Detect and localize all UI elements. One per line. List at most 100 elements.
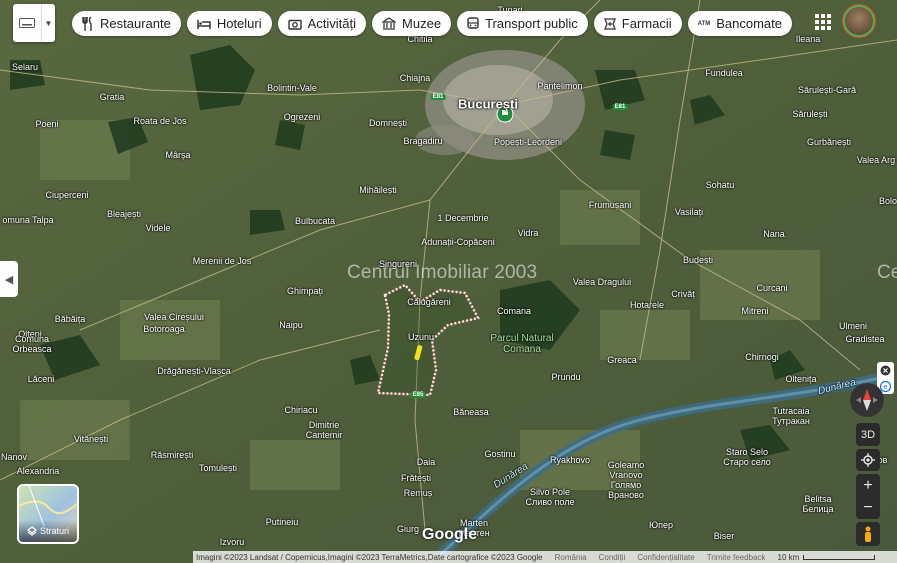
zoom-out-button[interactable]: − [856,497,880,519]
place-label[interactable]: Comana [497,306,531,316]
place-label[interactable]: Gradistea [845,334,884,344]
place-label[interactable]: Ogrezeni [284,112,321,122]
place-label[interactable]: Sărulești [792,109,827,119]
extension-icon[interactable]: e [880,380,891,392]
place-label[interactable]: Gurbănești [807,137,851,147]
place-label[interactable]: Băbăița [55,314,86,324]
chip-transit[interactable]: Transport public [457,11,588,36]
my-location-button[interactable] [856,449,880,471]
country-link[interactable]: România [555,553,587,562]
place-label[interactable]: Ileana [796,34,821,44]
place-label[interactable]: Sohatu [706,180,735,190]
place-label[interactable]: Dimitrie Cantemir [306,420,343,440]
place-label[interactable]: Ulmeni [839,321,867,331]
place-label[interactable]: Selaru [12,62,38,72]
satellite-map[interactable]: Centrul Imobiliar 2003 Ce București Tuna… [0,0,897,563]
place-label[interactable]: Adunații-Copăceni [421,237,495,247]
place-label[interactable]: Pantelimon [537,81,582,91]
chip-atm[interactable]: ATM Bancomate [687,11,792,36]
place-label[interactable]: Naipu [279,320,303,330]
place-label-bucuresti[interactable]: București [458,97,518,112]
place-label[interactable]: Staro Selo Старо село [723,447,771,467]
place-label[interactable]: Nana [763,229,785,239]
place-label[interactable]: Mihăilești [359,185,397,195]
place-label[interactable]: Nanov [1,452,27,462]
place-label[interactable]: Frătești [401,473,431,483]
place-label[interactable]: Юпер [649,520,673,530]
place-label[interactable]: Bolo [879,196,897,206]
place-label[interactable]: Călugăreni [407,297,451,307]
place-label[interactable]: Merenii de Jos [193,256,252,266]
chip-pharmacies[interactable]: Farmacii [593,11,682,36]
apps-grid-icon[interactable] [815,14,831,30]
place-label[interactable]: Remuș [404,488,433,498]
place-label[interactable]: Daia [417,457,436,467]
place-label[interactable]: Curcani [756,283,787,293]
place-label[interactable]: Poeni [35,119,58,129]
place-label[interactable]: Ryakhovo [550,455,590,465]
account-avatar[interactable] [843,5,875,37]
place-label[interactable]: Prundu [551,372,580,382]
place-label[interactable]: 1 Decembrie [437,213,488,223]
place-label[interactable]: Gratia [100,92,125,102]
place-label[interactable]: Izvoru [220,537,245,547]
place-label[interactable]: Vasilați [675,207,703,217]
place-label[interactable]: Frumușani [589,200,632,210]
place-label[interactable]: Răsmirești [151,450,194,460]
place-label[interactable]: Silvo Pole Сливо поле [526,487,575,507]
place-label[interactable]: Vidra [518,228,539,238]
place-label[interactable]: Chiajna [400,73,431,83]
place-label[interactable]: Oltenița [785,374,816,384]
chip-restaurants[interactable]: Restaurante [72,11,181,36]
place-label[interactable]: Lăceni [28,374,55,384]
place-label[interactable]: Valea Dragului [573,277,631,287]
place-label[interactable]: Bolintin-Vale [267,83,317,93]
collapse-panel-button[interactable]: ◀ [0,261,18,297]
place-label[interactable]: Gostinu [484,449,515,459]
place-label[interactable]: Drăgănești-Vlașca [157,366,231,376]
place-label[interactable]: Tutracaia Тутракан [772,406,810,426]
place-label[interactable]: Bulbucata [295,216,335,226]
place-label[interactable]: Chiriacu [284,405,317,415]
layers-menu-button[interactable]: ▼ [13,4,55,42]
place-label[interactable]: Valea Cireșului [144,312,204,322]
scale-control[interactable]: 10 km [778,553,876,562]
place-label[interactable]: Roata de Jos [133,116,186,126]
place-label[interactable]: Greaca [607,355,637,365]
place-label[interactable]: Sărulești-Gară [798,85,856,95]
street-view-pegman[interactable] [856,522,880,546]
place-label[interactable]: Domnești [369,118,407,128]
place-label[interactable]: Hotarele [630,300,664,310]
place-label[interactable]: Videle [146,223,171,233]
place-label[interactable]: Ciuperceni [45,190,88,200]
terms-link[interactable]: Condiții [599,553,626,562]
chip-activities[interactable]: Activități [277,11,367,36]
place-label[interactable]: Bragadiru [403,136,442,146]
place-label[interactable]: Băneasa [453,407,489,417]
place-label[interactable]: Ghimpați [287,286,323,296]
chip-hotels[interactable]: Hoteluri [186,11,272,36]
place-label[interactable]: Uzunu [408,332,434,342]
place-label[interactable]: Botoroaga [143,324,185,334]
place-label[interactable]: Comuna Orbeasca [12,334,51,354]
place-label[interactable]: Mitreni [741,306,768,316]
tilt-3d-button[interactable]: 3D [856,423,880,446]
place-label[interactable]: Valea Arg [857,155,895,165]
chip-museums[interactable]: Muzee [372,11,452,36]
place-label[interactable]: Budești [683,255,713,265]
privacy-link[interactable]: Confidențialitate [637,553,694,562]
zoom-in-button[interactable]: + [856,474,880,497]
place-label[interactable]: Biser [714,531,735,541]
layers-switcher[interactable]: Straturi [17,484,79,544]
place-label[interactable]: Chirnogi [745,352,779,362]
place-label[interactable]: omuna Talpa [2,215,53,225]
place-label[interactable]: Mârșa [165,150,190,160]
close-icon[interactable] [880,365,891,376]
place-label[interactable]: Belitsa Белица [802,494,833,514]
place-label[interactable]: Vitănești [74,434,108,444]
feedback-link[interactable]: Trimite feedback [707,553,766,562]
chevron-down-icon[interactable]: ▼ [41,4,55,42]
park-label-comana[interactable]: Parcul Natural Comana [490,333,553,355]
place-label[interactable]: Bleajești [107,209,141,219]
place-label[interactable]: Giurg [397,524,419,534]
